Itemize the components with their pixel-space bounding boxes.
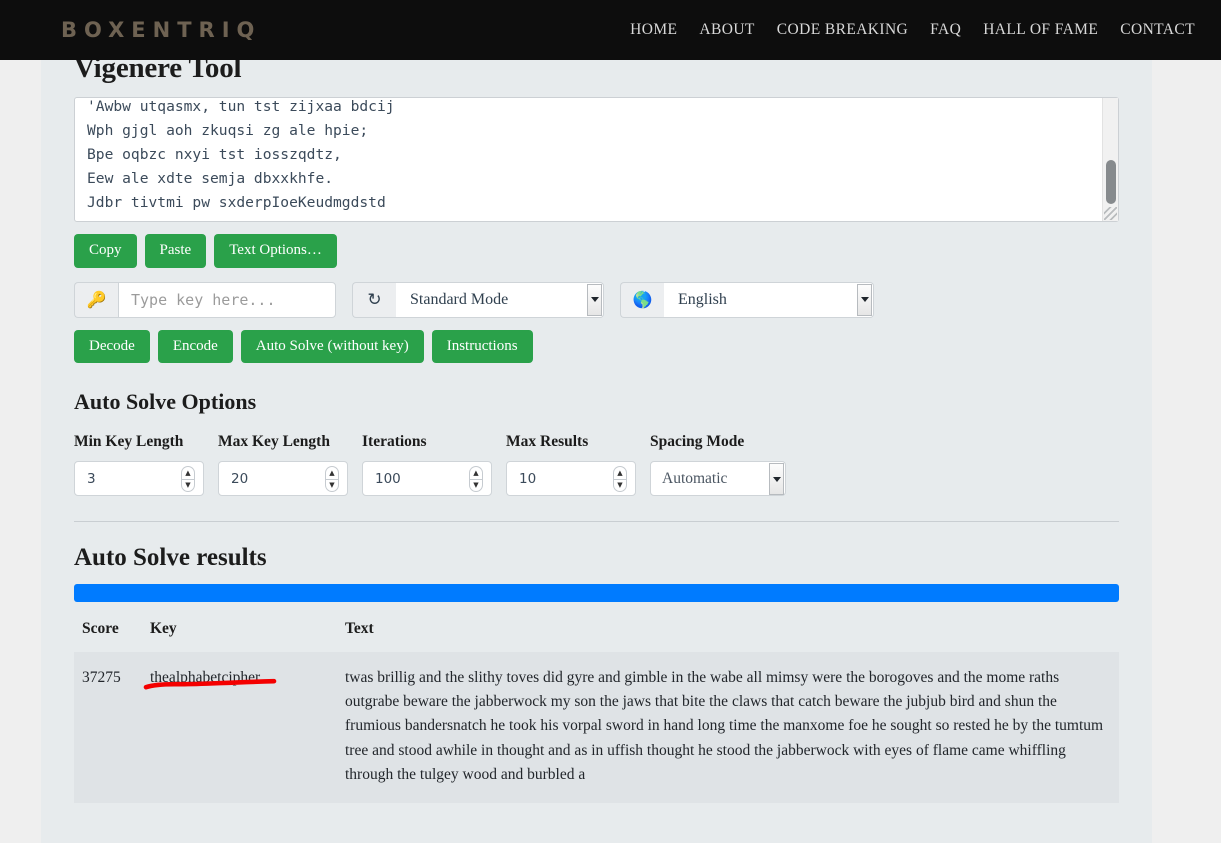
max-results-input[interactable]: 10 ▲ ▼ <box>506 461 636 496</box>
cipher-action-buttons: Decode Encode Auto Solve (without key) I… <box>74 329 1119 363</box>
auto-solve-results-title: Auto Solve results <box>74 544 267 571</box>
red-underline-annotation <box>143 678 277 690</box>
cipher-text-input[interactable]: 'Awbw utqasmx, tun tst zijxaa bdcij Wph … <box>74 97 1119 222</box>
stepper-up-icon[interactable]: ▲ <box>613 466 627 479</box>
textarea-scrollbar[interactable] <box>1102 98 1118 221</box>
textarea-scrollbar-thumb[interactable] <box>1106 160 1116 204</box>
max-key-length-stepper[interactable]: ▲ ▼ <box>325 466 339 492</box>
mode-select[interactable]: Standard Mode <box>396 281 604 318</box>
main-navigation: HOME ABOUT CODE BREAKING FAQ HALL OF FAM… <box>630 21 1195 39</box>
spacing-mode-label: Spacing Mode <box>650 433 745 450</box>
language-select-group: 🌎 English <box>620 281 874 318</box>
max-key-length-label: Max Key Length <box>218 433 330 450</box>
max-results-value: 10 <box>519 470 537 487</box>
nav-item-contact[interactable]: CONTACT <box>1120 21 1195 39</box>
nav-item-about[interactable]: ABOUT <box>699 21 754 39</box>
iterations-field: Iterations 100 ▲ ▼ <box>362 433 506 496</box>
text-options-button[interactable]: Text Options… <box>214 234 337 268</box>
iterations-value: 100 <box>375 470 401 487</box>
iterations-stepper[interactable]: ▲ ▼ <box>469 466 483 492</box>
max-key-length-field: Max Key Length 20 ▲ ▼ <box>218 433 362 496</box>
result-text: twas brillig and the slithy toves did gy… <box>337 652 1119 804</box>
min-key-length-label: Min Key Length <box>74 433 184 450</box>
globe-icon: 🌎 <box>620 281 664 318</box>
iterations-input[interactable]: 100 ▲ ▼ <box>362 461 492 496</box>
progress-bar <box>74 584 1119 602</box>
table-row[interactable]: 37275 thealphabetcipher twas brillig and… <box>74 652 1119 804</box>
language-select-value: English <box>678 290 727 308</box>
max-key-length-input[interactable]: 20 ▲ ▼ <box>218 461 348 496</box>
stepper-down-icon[interactable]: ▼ <box>181 478 195 492</box>
result-key-cell: thealphabetcipher <box>142 652 337 804</box>
key-input[interactable] <box>118 281 336 318</box>
chevron-down-icon[interactable] <box>587 283 602 316</box>
result-score: 37275 <box>74 652 142 804</box>
instructions-button[interactable]: Instructions <box>431 329 533 363</box>
column-header-text: Text <box>345 620 374 637</box>
stepper-up-icon[interactable]: ▲ <box>325 466 339 479</box>
max-results-field: Max Results 10 ▲ ▼ <box>506 433 650 496</box>
section-divider <box>74 521 1119 522</box>
mode-select-value: Standard Mode <box>410 290 509 308</box>
paste-button[interactable]: Paste <box>144 234 207 268</box>
min-key-length-stepper[interactable]: ▲ ▼ <box>181 466 195 492</box>
spacing-mode-select[interactable]: Automatic <box>650 461 786 496</box>
auto-solve-options-row: Min Key Length 3 ▲ ▼ Max Key Length 20 ▲… <box>74 433 1119 496</box>
key-icon: 🔑 <box>74 281 118 318</box>
min-key-length-input[interactable]: 3 ▲ ▼ <box>74 461 204 496</box>
max-results-label: Max Results <box>506 433 589 450</box>
copy-button[interactable]: Copy <box>74 234 137 268</box>
max-key-length-value: 20 <box>231 470 249 487</box>
iterations-label: Iterations <box>362 433 427 450</box>
column-header-score: Score <box>82 620 119 637</box>
key-input-group: 🔑 <box>74 281 336 318</box>
site-logo[interactable]: BOXENTRIQ <box>61 18 261 42</box>
nav-item-code-breaking[interactable]: CODE BREAKING <box>777 21 908 39</box>
table-header-row: Score Key Text <box>74 616 1119 652</box>
nav-item-faq[interactable]: FAQ <box>930 21 961 39</box>
stepper-down-icon[interactable]: ▼ <box>325 478 339 492</box>
key-settings-row: 🔑 ↻ Standard Mode 🌎 English <box>74 281 1119 318</box>
main-content: Vigenere Tool 'Awbw utqasmx, tun tst zij… <box>41 42 1152 843</box>
column-header-key: Key <box>150 620 177 637</box>
text-action-buttons: Copy Paste Text Options… <box>74 234 1119 268</box>
min-key-length-field: Min Key Length 3 ▲ ▼ <box>74 433 218 496</box>
chevron-down-icon[interactable] <box>769 463 784 495</box>
spacing-mode-value: Automatic <box>662 469 728 487</box>
bottom-spacer <box>74 803 1119 843</box>
results-table: Score Key Text 37275 thealphabetcipher t… <box>74 616 1119 804</box>
stepper-down-icon[interactable]: ▼ <box>613 478 627 492</box>
auto-solve-button[interactable]: Auto Solve (without key) <box>240 329 424 363</box>
cipher-text-area-wrapper: 'Awbw utqasmx, tun tst zijxaa bdcij Wph … <box>74 97 1119 222</box>
nav-item-hall-of-fame[interactable]: HALL OF FAME <box>983 21 1098 39</box>
chevron-down-icon[interactable] <box>857 283 872 316</box>
auto-solve-options-title: Auto Solve Options <box>74 389 257 414</box>
decode-button[interactable]: Decode <box>74 329 150 363</box>
encode-button[interactable]: Encode <box>157 329 233 363</box>
stepper-down-icon[interactable]: ▼ <box>469 478 483 492</box>
spacing-mode-field: Spacing Mode Automatic <box>650 433 810 496</box>
stepper-up-icon[interactable]: ▲ <box>181 466 195 479</box>
max-results-stepper[interactable]: ▲ ▼ <box>613 466 627 492</box>
stepper-up-icon[interactable]: ▲ <box>469 466 483 479</box>
nav-item-home[interactable]: HOME <box>630 21 677 39</box>
mode-select-group: ↻ Standard Mode <box>352 281 604 318</box>
min-key-length-value: 3 <box>87 470 96 487</box>
site-header: BOXENTRIQ HOME ABOUT CODE BREAKING FAQ H… <box>0 0 1221 60</box>
language-select[interactable]: English <box>664 281 874 318</box>
refresh-icon[interactable]: ↻ <box>352 281 396 318</box>
